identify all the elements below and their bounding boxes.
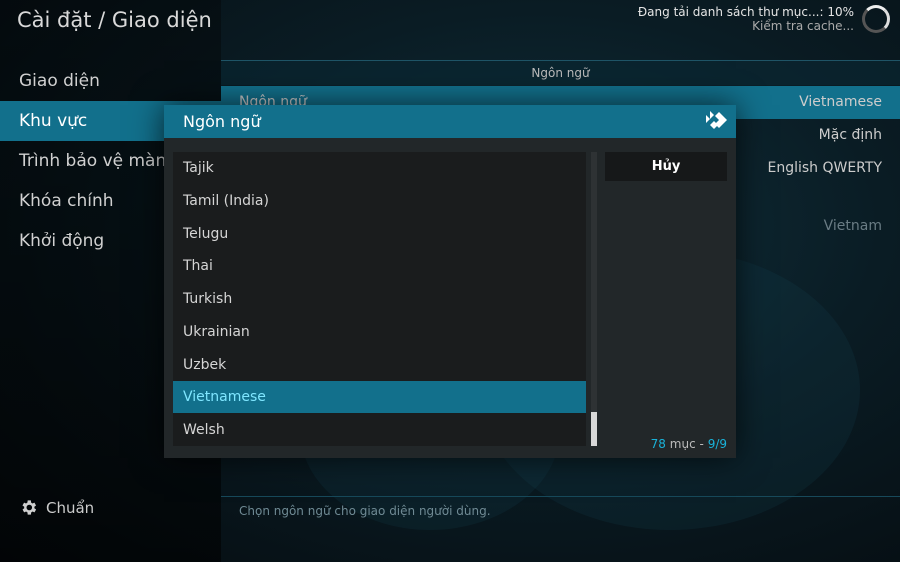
setting-value: Mặc định <box>818 127 882 143</box>
scrollbar[interactable] <box>591 152 597 446</box>
list-item[interactable]: Turkish <box>173 283 586 315</box>
settings-level-label: Chuẩn <box>46 498 95 517</box>
sidebar-item-giao-dien[interactable]: Giao diện <box>0 61 221 101</box>
item-count-label: mục <box>669 437 696 451</box>
language-dialog: Ngôn ngữ Tajik Tamil (India) Telugu Thai… <box>164 105 736 458</box>
spinner-icon <box>862 5 890 33</box>
list-item[interactable]: Uzbek <box>173 349 586 381</box>
panel-section-header: Ngôn ngữ <box>221 60 900 85</box>
item-count-sep: - <box>699 437 704 451</box>
setting-description: Chọn ngôn ngữ cho giao diện người dùng. <box>239 504 491 518</box>
gear-icon <box>22 500 37 515</box>
settings-level-button[interactable]: Chuẩn <box>19 498 94 517</box>
scrollbar-thumb[interactable] <box>591 412 597 446</box>
item-count-number: 78 <box>650 437 666 451</box>
list-item[interactable]: Welsh <box>173 414 586 446</box>
status-text: Đang tải danh sách thư mục...: 10% Kiểm … <box>638 5 854 33</box>
page-indicator: 9/9 <box>707 437 727 451</box>
list-item[interactable]: Thai <box>173 250 586 282</box>
list-item-selected[interactable]: Vietnamese <box>173 381 586 413</box>
list-item[interactable]: Telugu <box>173 218 586 250</box>
list-item[interactable]: Tamil (India) <box>173 185 586 217</box>
list-item[interactable]: Tajik <box>173 152 586 184</box>
setting-value: Vietnamese <box>799 94 882 110</box>
setting-value: Vietnam <box>823 218 882 234</box>
dialog-title: Ngôn ngữ <box>183 112 261 131</box>
kodi-logo-icon <box>706 111 727 129</box>
divider <box>221 496 900 497</box>
status-line-2: Kiểm tra cache... <box>752 19 854 33</box>
item-count: 78 mục - 9/9 <box>651 437 727 451</box>
cancel-button[interactable]: Hủy <box>605 152 727 181</box>
list-item[interactable]: Ukrainian <box>173 316 586 348</box>
dialog-header: Ngôn ngữ <box>164 105 736 138</box>
page-title: Cài đặt / Giao diện <box>17 8 212 32</box>
status-line-1: Đang tải danh sách thư mục...: 10% <box>637 5 854 19</box>
language-list[interactable]: Tajik Tamil (India) Telugu Thai Turkish … <box>173 152 586 446</box>
setting-value: English QWERTY <box>767 160 882 176</box>
